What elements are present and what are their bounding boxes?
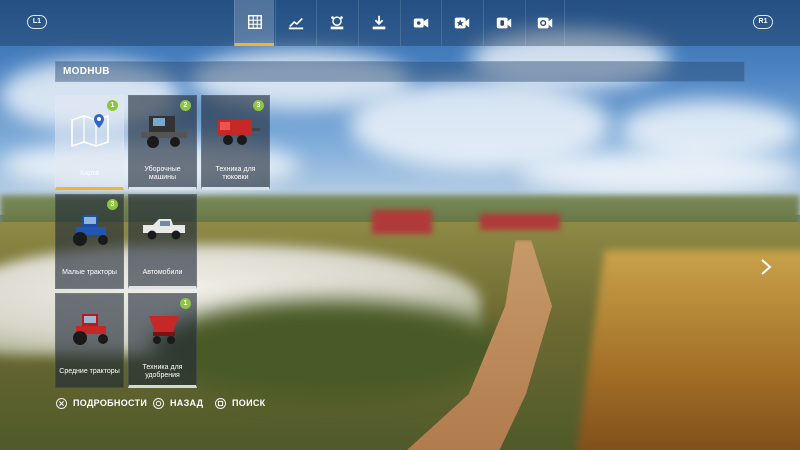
tab-modhub[interactable] xyxy=(234,0,274,46)
tab-help[interactable] xyxy=(483,0,523,46)
price-chart-icon xyxy=(288,17,303,30)
category-tile-balers[interactable]: 3 Техника для тюковки xyxy=(201,95,270,190)
left-bumper-hint[interactable]: L1 xyxy=(27,15,47,29)
small-tractor-icon xyxy=(73,215,108,246)
tab-downloads[interactable] xyxy=(358,0,398,46)
hint-label: НАЗАД xyxy=(170,398,204,408)
hint-details[interactable]: ПОДРОБНОСТИ xyxy=(56,396,147,410)
cross-button-icon xyxy=(56,397,67,409)
download-icon xyxy=(372,15,385,30)
tile-label: Средние тракторы xyxy=(59,368,120,375)
category-tile-medium-tractors[interactable]: Средние тракторы xyxy=(55,293,124,388)
tab-settings[interactable] xyxy=(525,0,565,46)
hand-icon xyxy=(496,17,511,29)
category-tile-small-tractors[interactable]: 3 Малые тракторы xyxy=(55,194,124,289)
modhub-header: MODHUB xyxy=(55,61,745,82)
tile-label: Малые тракторы xyxy=(62,269,117,276)
baler-icon xyxy=(218,120,260,145)
tile-label: Техника для удобрения xyxy=(142,364,183,379)
tile-label: Уборочные машины xyxy=(144,166,181,181)
pickup-truck-icon xyxy=(143,219,185,240)
harvester-icon xyxy=(141,116,187,148)
tile-label: Техника для тюковки xyxy=(215,166,256,181)
category-tile-harvesters[interactable]: 2 Уборочные машины xyxy=(128,95,197,190)
tab-videos[interactable] xyxy=(400,0,440,46)
category-tile-cars[interactable]: Автомобили xyxy=(128,194,197,289)
animals-icon xyxy=(330,16,343,30)
hint-label: ПОИСК xyxy=(232,398,266,408)
category-tile-map[interactable]: 1 Карта xyxy=(55,95,124,190)
top-navigation-bar: L1 R1 xyxy=(0,0,800,46)
tab-prices[interactable] xyxy=(275,0,315,46)
right-bumper-hint[interactable]: R1 xyxy=(753,15,773,29)
tab-animals[interactable] xyxy=(316,0,356,46)
star-icon xyxy=(454,17,469,29)
hint-label: ПОДРОБНОСТИ xyxy=(73,398,148,408)
tile-label: Карта xyxy=(80,170,99,177)
next-page-arrow-icon[interactable] xyxy=(758,257,774,277)
tab-favorites[interactable] xyxy=(441,0,481,46)
settings-icon xyxy=(537,17,553,29)
medium-tractor-icon xyxy=(73,314,108,345)
square-button-icon xyxy=(215,397,226,409)
category-tile-fertilizer[interactable]: 1 Техника для удобрения xyxy=(128,293,197,388)
map-icon xyxy=(71,114,109,148)
hint-back[interactable]: НАЗАД xyxy=(153,396,203,410)
video-star-icon xyxy=(413,18,428,28)
fertilizer-spreader-icon xyxy=(149,316,179,344)
hint-search[interactable]: ПОИСК xyxy=(215,396,265,410)
grid-icon xyxy=(247,14,262,29)
tile-label: Автомобили xyxy=(142,269,183,276)
circle-button-icon xyxy=(153,397,164,409)
